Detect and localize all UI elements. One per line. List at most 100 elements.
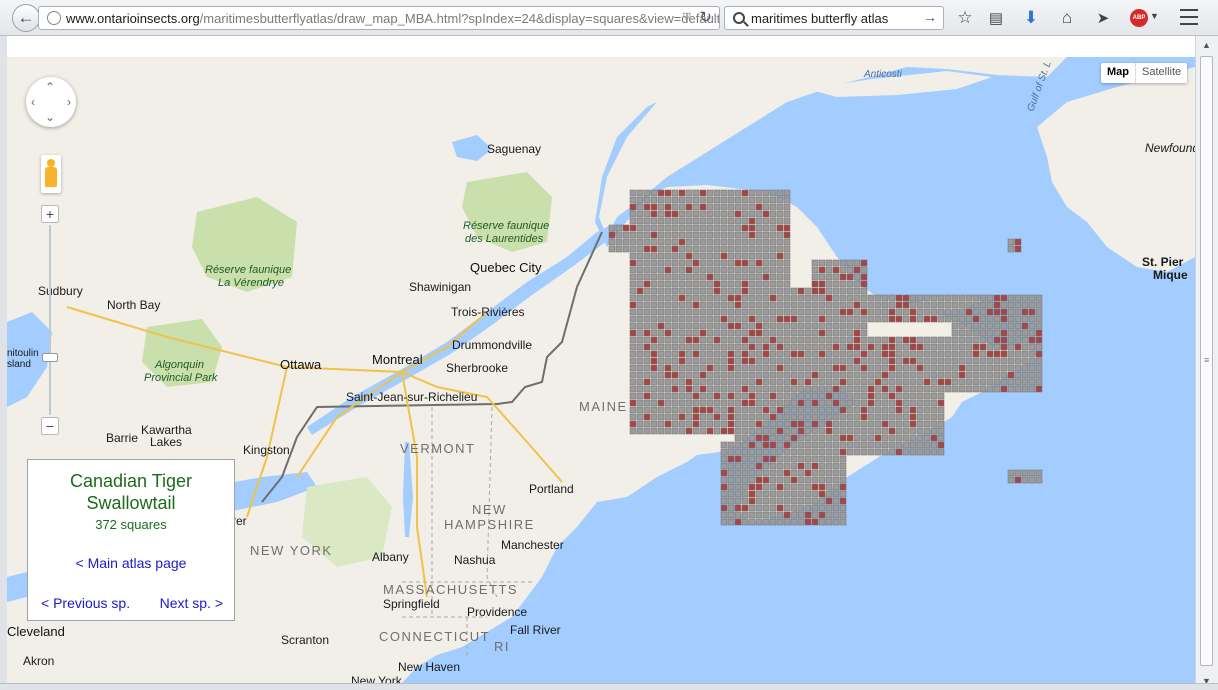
- grid-square: [762, 196, 770, 204]
- grid-square: [804, 406, 812, 414]
- adblock-icon[interactable]: ABP: [1130, 9, 1148, 27]
- grid-square: [776, 413, 784, 421]
- grid-square-recorded: [902, 357, 910, 365]
- search-go-icon[interactable]: →: [923, 9, 937, 25]
- menu-icon[interactable]: [1180, 9, 1198, 25]
- grid-square: [727, 490, 735, 498]
- grid-square: [1028, 357, 1036, 365]
- grid-square-recorded: [748, 343, 756, 351]
- grid-square-recorded: [755, 462, 763, 470]
- grid-square: [720, 413, 728, 421]
- grid-square: [741, 441, 749, 449]
- grid-square: [643, 336, 651, 344]
- grid-square: [769, 448, 777, 456]
- grid-square: [776, 469, 784, 477]
- next-species-link[interactable]: Next sp. >: [160, 595, 223, 611]
- grid-square: [755, 427, 763, 435]
- grid-square: [937, 364, 945, 372]
- grid-square: [895, 343, 903, 351]
- grid-square: [916, 434, 924, 442]
- pan-right-icon[interactable]: ›: [67, 96, 71, 108]
- grid-square: [797, 315, 805, 323]
- back-button[interactable]: ←: [12, 4, 40, 32]
- grid-square: [867, 413, 875, 421]
- zoom-slider-track[interactable]: [49, 225, 51, 415]
- grid-square: [713, 196, 721, 204]
- grid-square: [699, 392, 707, 400]
- grid-square: [664, 252, 672, 260]
- newfoundland: [1037, 67, 1195, 272]
- grid-square: [1014, 371, 1022, 379]
- grid-square: [916, 427, 924, 435]
- grid-square: [783, 196, 791, 204]
- reading-list-icon[interactable]: ▤: [986, 8, 1006, 28]
- grid-square: [1007, 301, 1015, 309]
- grid-square: [699, 287, 707, 295]
- grid-square-recorded: [755, 329, 763, 337]
- download-icon[interactable]: ⬇: [1021, 8, 1041, 28]
- reload-icon[interactable]: ↻: [699, 8, 712, 26]
- url-dropdown-icon[interactable]: ▽: [683, 10, 691, 23]
- grid-square: [727, 203, 735, 211]
- grid-square-recorded: [755, 476, 763, 484]
- grid-square: [895, 378, 903, 386]
- street-view-pegman-icon[interactable]: [41, 155, 61, 193]
- main-atlas-link[interactable]: < Main atlas page: [28, 555, 234, 571]
- map-type-control[interactable]: Map Satellite: [1101, 63, 1188, 83]
- grid-square: [853, 420, 861, 428]
- grid-square: [811, 427, 819, 435]
- grid-square-recorded: [678, 357, 686, 365]
- grid-square: [776, 385, 784, 393]
- pan-control[interactable]: ⌃ ‹ › ⌄: [26, 77, 76, 127]
- grid-square: [853, 385, 861, 393]
- previous-species-link[interactable]: < Previous sp.: [41, 595, 130, 611]
- grid-square: [923, 434, 931, 442]
- zoom-out-button[interactable]: −: [41, 417, 59, 435]
- grid-square: [720, 350, 728, 358]
- grid-square: [762, 490, 770, 498]
- grid-square: [846, 329, 854, 337]
- grid-square: [678, 231, 686, 239]
- pan-left-icon[interactable]: ‹: [31, 96, 35, 108]
- map-type-map-button[interactable]: Map: [1101, 63, 1136, 83]
- bookmark-star-icon[interactable]: ☆: [955, 8, 975, 28]
- grid-square: [1000, 378, 1008, 386]
- grid-square: [993, 385, 1001, 393]
- grid-square: [699, 210, 707, 218]
- pan-up-icon[interactable]: ⌃: [45, 81, 55, 93]
- label-itoulin: nitoulin: [7, 348, 39, 359]
- url-bar[interactable]: www.ontarioinsects.org/maritimesbutterfl…: [38, 6, 720, 30]
- grid-square: [986, 385, 994, 393]
- grid-square: [853, 273, 861, 281]
- map-viewport[interactable]: Anticosti Gulf of St. L Newfound Saguena…: [7, 57, 1195, 683]
- search-text: maritimes butterfly atlas: [751, 10, 889, 26]
- grid-square: [853, 364, 861, 372]
- scroll-up-icon[interactable]: ▲: [1202, 40, 1211, 50]
- pan-down-icon[interactable]: ⌄: [45, 111, 55, 123]
- map-type-satellite-button[interactable]: Satellite: [1136, 63, 1187, 83]
- zoom-slider-handle[interactable]: [42, 353, 58, 362]
- grid-square: [846, 371, 854, 379]
- grid-square: [895, 434, 903, 442]
- grid-square: [790, 399, 798, 407]
- search-bar[interactable]: maritimes butterfly atlas →: [724, 6, 944, 30]
- adblock-dropdown-icon[interactable]: ▼: [1150, 11, 1159, 21]
- grid-square: [783, 294, 791, 302]
- grid-square: [1007, 357, 1015, 365]
- home-icon[interactable]: ⌂: [1057, 8, 1077, 28]
- grid-square: [706, 420, 714, 428]
- grid-square: [699, 399, 707, 407]
- vertical-scrollbar[interactable]: ▲ ≡ ▼: [1195, 36, 1218, 690]
- grid-square: [734, 413, 742, 421]
- grid-square: [671, 350, 679, 358]
- grid-square-recorded: [727, 427, 735, 435]
- grid-square: [706, 266, 714, 274]
- send-icon[interactable]: ➤: [1093, 8, 1113, 28]
- grid-square: [664, 399, 672, 407]
- label-vermont: VERMONT: [400, 441, 476, 456]
- zoom-in-button[interactable]: +: [41, 205, 59, 223]
- grid-square: [713, 238, 721, 246]
- grid-square: [706, 280, 714, 288]
- scroll-thumb[interactable]: ≡: [1200, 56, 1213, 666]
- grid-square: [671, 287, 679, 295]
